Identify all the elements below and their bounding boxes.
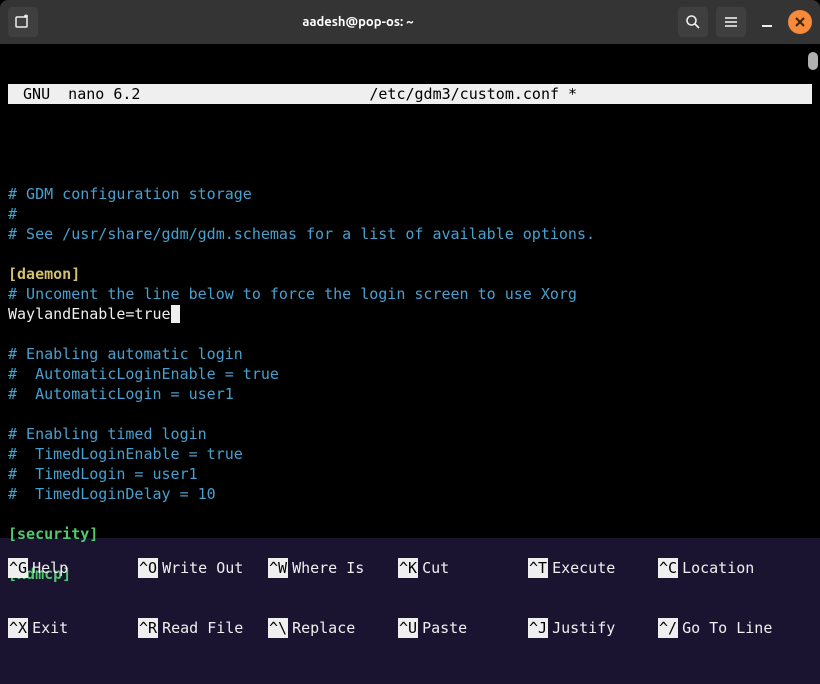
help-label: Justify: [552, 618, 615, 638]
kbd: ^J: [528, 618, 548, 638]
section-daemon: [daemon]: [8, 265, 80, 283]
comment-line: # TimedLoginDelay = 10: [8, 485, 216, 503]
help-item: ^/Go To Line: [658, 618, 788, 638]
config-line: WaylandEnable=true: [8, 305, 171, 323]
comment-line: # Enabling automatic login: [8, 345, 243, 363]
kbd: ^W: [268, 558, 288, 578]
help-item: ^TExecute: [528, 558, 658, 578]
close-button[interactable]: [788, 10, 812, 34]
kbd: ^U: [398, 618, 418, 638]
help-label: Location: [682, 558, 754, 578]
terminal-window: aadesh@pop-os: ~: [0, 0, 820, 538]
new-tab-icon: [15, 14, 31, 30]
help-label: Read File: [162, 618, 243, 638]
kbd: ^X: [8, 618, 28, 638]
kbd: ^C: [658, 558, 678, 578]
help-item: ^OWrite Out: [138, 558, 268, 578]
help-item: ^KCut: [398, 558, 528, 578]
help-item: ^\Replace: [268, 618, 398, 638]
new-tab-button[interactable]: [8, 7, 38, 37]
help-item: ^GHelp: [8, 558, 138, 578]
nano-help-bar: ^GHelp ^OWrite Out ^WWhere Is ^KCut ^TEx…: [8, 518, 812, 678]
kbd: ^G: [8, 558, 28, 578]
comment-line: # AutomaticLogin = user1: [8, 385, 234, 403]
comment-line: #: [8, 205, 17, 223]
kbd: ^K: [398, 558, 418, 578]
terminal-area[interactable]: GNU nano 6.2 /etc/gdm3/custom.conf * # G…: [0, 44, 820, 684]
titlebar: aadesh@pop-os: ~: [0, 0, 820, 44]
nano-header: GNU nano 6.2 /etc/gdm3/custom.conf *: [8, 84, 812, 104]
help-item: ^WWhere Is: [268, 558, 398, 578]
help-item: ^UPaste: [398, 618, 528, 638]
help-label: Help: [32, 558, 68, 578]
help-label: Cut: [422, 558, 449, 578]
comment-line: # TimedLogin = user1: [8, 465, 198, 483]
help-label: Go To Line: [682, 618, 772, 638]
help-row-1: ^GHelp ^OWrite Out ^WWhere Is ^KCut ^TEx…: [8, 558, 812, 578]
help-item: ^XExit: [8, 618, 138, 638]
minimize-icon: [759, 14, 775, 30]
help-item: ^CLocation: [658, 558, 788, 578]
kbd: ^O: [138, 558, 158, 578]
help-row-2: ^XExit ^RRead File ^\Replace ^UPaste ^JJ…: [8, 618, 812, 638]
nano-filepath: /etc/gdm3/custom.conf *: [140, 84, 806, 104]
nano-version: GNU nano 6.2: [14, 84, 140, 104]
comment-line: # See /usr/share/gdm/gdm.schemas for a l…: [8, 225, 595, 243]
window-title: aadesh@pop-os: ~: [46, 15, 670, 29]
kbd: ^T: [528, 558, 548, 578]
comment-line: # Uncoment the line below to force the l…: [8, 285, 577, 303]
help-item: ^RRead File: [138, 618, 268, 638]
help-label: Paste: [422, 618, 467, 638]
comment-line: # TimedLoginEnable = true: [8, 445, 243, 463]
text-cursor: [171, 305, 180, 323]
comment-line: # AutomaticLoginEnable = true: [8, 365, 279, 383]
kbd: ^\: [268, 618, 288, 638]
help-item: ^JJustify: [528, 618, 658, 638]
help-label: Write Out: [162, 558, 243, 578]
comment-line: # GDM configuration storage: [8, 185, 252, 203]
help-label: Execute: [552, 558, 615, 578]
help-label: Replace: [292, 618, 355, 638]
minimize-button[interactable]: [754, 9, 780, 35]
help-label: Where Is: [292, 558, 364, 578]
menu-button[interactable]: [716, 7, 746, 37]
search-icon: [685, 14, 701, 30]
comment-line: # Enabling timed login: [8, 425, 207, 443]
kbd: ^/: [658, 618, 678, 638]
close-icon: [794, 16, 806, 28]
search-button[interactable]: [678, 7, 708, 37]
hamburger-icon: [723, 14, 739, 30]
help-label: Exit: [32, 618, 68, 638]
kbd: ^R: [138, 618, 158, 638]
